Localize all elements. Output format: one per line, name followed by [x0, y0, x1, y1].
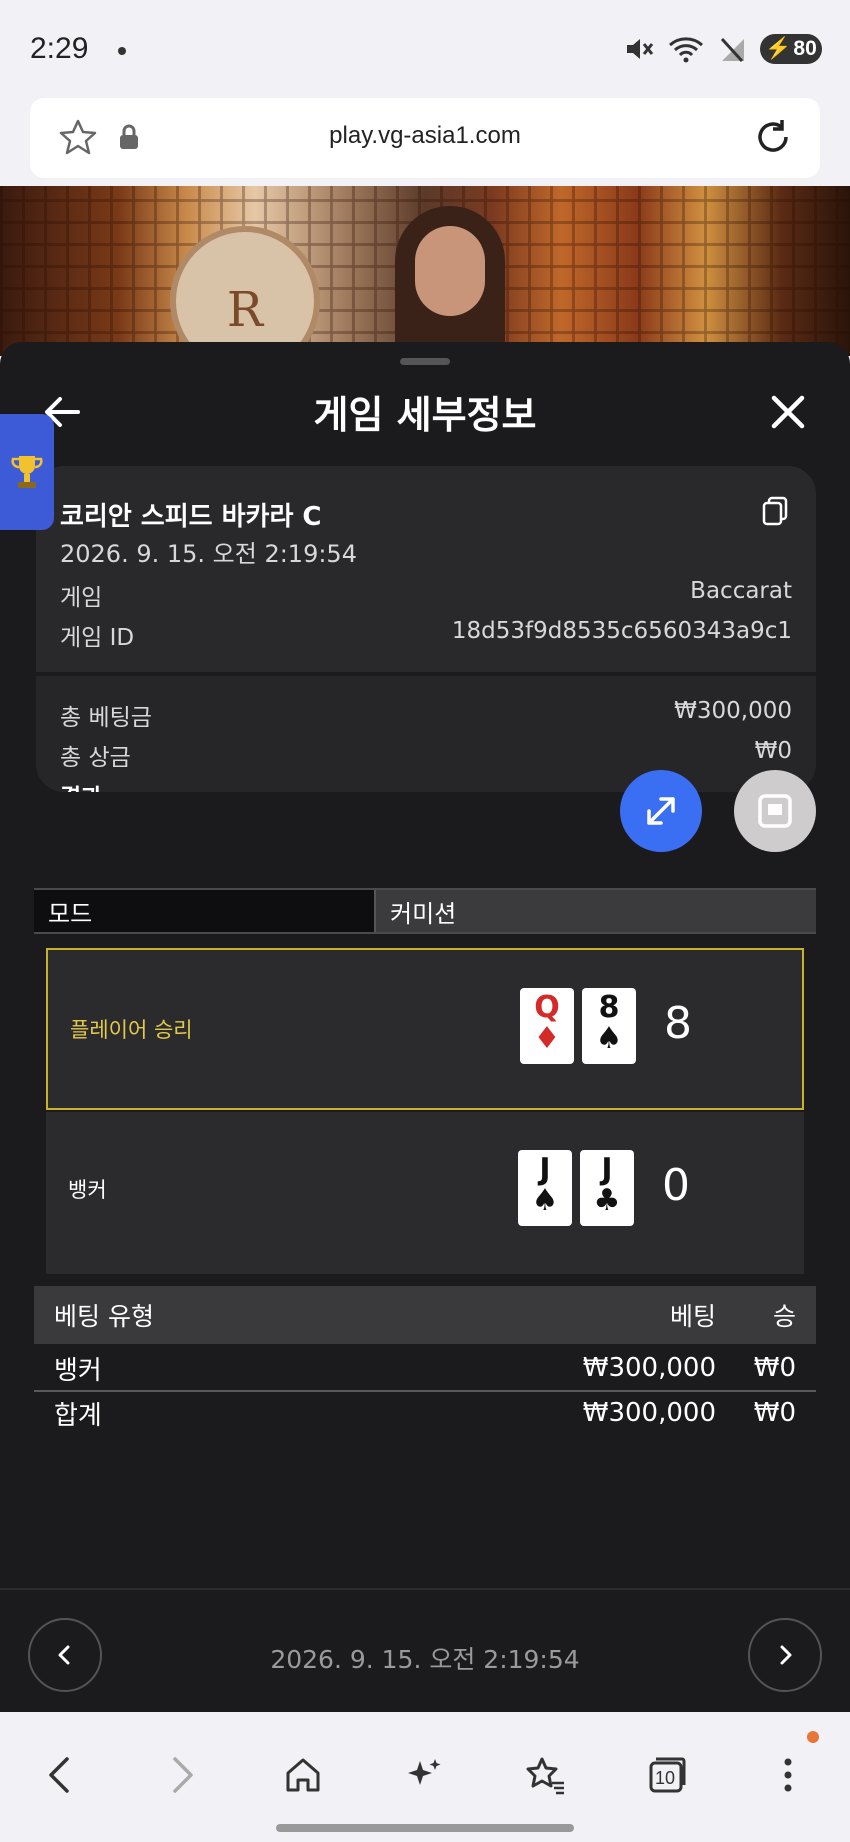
stop-button[interactable] — [734, 770, 816, 852]
status-bar: 2:29 ⚡ 80 — [0, 0, 850, 98]
spade-suit-icon: ♠ — [531, 1183, 559, 1218]
game-name: 코리안 스피드 바카라 C — [60, 502, 322, 532]
playing-card-j-spade: J ♠ — [518, 1150, 572, 1226]
status-time: 2:29 — [30, 32, 89, 65]
signal-off-icon — [720, 37, 744, 63]
next-round-button[interactable] — [748, 1618, 822, 1692]
gesture-home-indicator[interactable] — [276, 1824, 574, 1832]
browser-forward-button[interactable] — [157, 1750, 207, 1800]
game-details-panel: 게임 세부정보 코리안 스피드 바카라 C 2026. 9. 15. 오전 2:… — [0, 342, 850, 1712]
browser-back-button[interactable] — [35, 1750, 85, 1800]
player-hand: 플레이어 승리 Q ♦ 8 ♠ 8 — [46, 948, 804, 1110]
spade-suit-icon: ♠ — [595, 1021, 623, 1056]
menu-notification-dot-icon — [807, 1731, 819, 1743]
expand-icon — [647, 797, 675, 825]
status-icons: ⚡ 80 — [624, 34, 822, 64]
battery-level: 80 — [793, 37, 817, 60]
table-row: 뱅커 ₩300,000 ₩0 — [54, 1353, 796, 1386]
banker-hand-label: 뱅커 — [68, 1178, 107, 1202]
panel-title: 게임 세부정보 — [313, 393, 537, 437]
round-datetime: 2026. 9. 15. 오전 2:19:54 — [270, 1645, 580, 1674]
url-text[interactable]: play.vg-asia1.com — [30, 122, 820, 150]
mode-value: 커미션 — [374, 890, 816, 932]
banker-hand: 뱅커 J ♠ J ♣ 0 — [46, 1112, 804, 1274]
tabs-count: 10 — [654, 1767, 676, 1788]
info-row-total-prize: 총 상금 ₩0 — [60, 738, 792, 771]
info-row-game: 게임 Baccarat — [60, 578, 792, 611]
wifi-icon — [669, 37, 703, 63]
mode-label: 모드 — [34, 890, 374, 932]
battery-indicator: ⚡ 80 — [760, 34, 822, 64]
copy-icon[interactable] — [762, 496, 788, 526]
info-row-total-bet: 총 베팅금 ₩300,000 — [60, 698, 792, 731]
star-list-icon — [526, 1757, 564, 1795]
player-score: 8 — [664, 998, 692, 1049]
club-suit-icon: ♣ — [593, 1183, 621, 1218]
info-row-game-id: 게임 ID 18d53f9d8535c6560343a9c1 — [60, 618, 792, 651]
game-datetime: 2026. 9. 15. 오전 2:19:54 — [60, 540, 357, 568]
browser-menu-button[interactable] — [763, 1750, 813, 1800]
bookmarks-button[interactable] — [520, 1750, 570, 1800]
round-navigation: 2026. 9. 15. 오전 2:19:54 — [0, 1588, 850, 1712]
home-icon — [286, 1758, 320, 1792]
tabs-button[interactable]: 10 — [642, 1750, 692, 1800]
playing-card-8-spade: 8 ♠ — [582, 988, 636, 1064]
diamond-suit-icon: ♦ — [533, 1021, 561, 1056]
live-video-stream: R — [0, 186, 850, 356]
expand-button[interactable] — [620, 770, 702, 852]
reload-icon[interactable] — [752, 116, 794, 158]
player-hand-label: 플레이어 승리 — [70, 1018, 193, 1042]
table-row-total: 합계 ₩300,000 ₩0 — [34, 1390, 816, 1434]
banker-score: 0 — [662, 1160, 690, 1211]
playing-card-q-diamond: Q ♦ — [520, 988, 574, 1064]
drag-handle[interactable] — [400, 358, 450, 365]
leaderboard-tab[interactable] — [0, 414, 54, 530]
banker-cards: J ♠ J ♣ — [518, 1150, 634, 1226]
game-info-card: 코리안 스피드 바카라 C 2026. 9. 15. 오전 2:19:54 게임… — [36, 466, 816, 792]
ai-assistant-button[interactable] — [399, 1750, 449, 1800]
notification-dot-icon — [118, 47, 126, 55]
close-icon[interactable] — [766, 390, 810, 434]
mode-row: 모드 커미션 — [34, 888, 816, 934]
player-cards: Q ♦ 8 ♠ — [520, 988, 636, 1064]
bet-table-header: 베팅 유형 베팅 승 — [34, 1286, 816, 1344]
more-vertical-icon — [784, 1758, 792, 1792]
stop-icon — [758, 794, 792, 828]
browser-bottom-bar: 10 — [0, 1712, 850, 1842]
charging-icon: ⚡ — [765, 37, 792, 60]
browser-home-button[interactable] — [278, 1750, 328, 1800]
playing-card-j-club: J ♣ — [580, 1150, 634, 1226]
trophy-icon — [11, 456, 43, 488]
arrow-left-icon — [49, 1757, 69, 1793]
mute-icon — [627, 39, 654, 59]
chevron-right-icon — [780, 1645, 792, 1665]
sparkle-icon — [408, 1759, 441, 1785]
url-bar[interactable]: play.vg-asia1.com — [30, 98, 820, 178]
arrow-right-icon — [173, 1757, 193, 1793]
